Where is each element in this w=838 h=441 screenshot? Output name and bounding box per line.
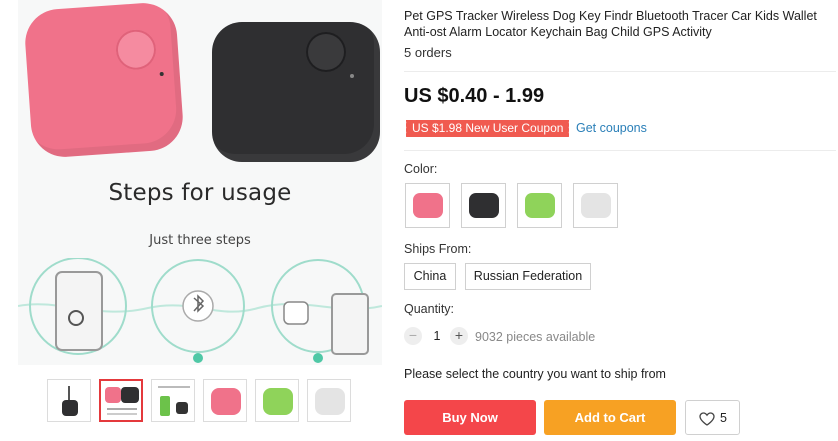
wishlist-count: 5	[720, 411, 727, 425]
quantity-value[interactable]: 1	[430, 329, 444, 343]
divider	[404, 71, 836, 72]
product-main-image[interactable]: Steps for usage Just three steps	[18, 0, 382, 365]
thumbnail-4[interactable]	[203, 379, 247, 422]
black-swatch-icon	[469, 193, 499, 218]
steps-title: Steps for usage	[108, 180, 292, 206]
white-swatch-icon	[581, 193, 611, 218]
ships-from-russian-federation[interactable]: Russian Federation	[465, 263, 591, 290]
color-option-black[interactable]	[461, 183, 506, 228]
thumbnail-3[interactable]	[151, 379, 195, 422]
shipping-note: Please select the country you want to sh…	[404, 367, 666, 381]
divider	[404, 150, 836, 151]
color-option-green[interactable]	[517, 183, 562, 228]
get-coupons-link[interactable]: Get coupons	[576, 121, 647, 135]
add-to-cart-button[interactable]: Add to Cart	[544, 400, 676, 435]
pieces-available: 9032 pieces available	[475, 330, 596, 344]
new-user-coupon-badge: US $1.98 New User Coupon	[403, 120, 570, 137]
heart-icon	[699, 412, 715, 426]
quantity-decrement-button[interactable]: −	[404, 327, 422, 345]
green-swatch-icon	[525, 193, 555, 218]
thumbnail-1[interactable]	[47, 379, 91, 422]
ships-from-china[interactable]: China	[404, 263, 456, 290]
buy-now-button[interactable]: Buy Now	[404, 400, 536, 435]
usage-steps-illustration	[18, 258, 382, 363]
quantity-label: Quantity:	[404, 302, 455, 316]
thumbnail-6[interactable]	[307, 379, 351, 422]
product-title: Pet GPS Tracker Wireless Dog Key Findr B…	[404, 9, 817, 39]
ships-from-label: Ships From:	[404, 242, 472, 256]
quantity-increment-button[interactable]: +	[450, 327, 468, 345]
black-tracker-image	[212, 22, 380, 162]
pink-swatch-icon	[413, 193, 443, 218]
color-option-pink[interactable]	[405, 183, 450, 228]
thumbnail-2[interactable]	[99, 379, 143, 422]
pink-tracker-image	[23, 0, 185, 160]
color-label: Color:	[404, 162, 438, 176]
steps-subtitle: Just three steps	[149, 233, 251, 248]
thumbnail-5[interactable]	[255, 379, 299, 422]
wishlist-button[interactable]: 5	[685, 400, 740, 435]
color-option-white[interactable]	[573, 183, 618, 228]
price-range: US $0.40 - 1.99	[404, 85, 545, 107]
order-count: 5 orders	[404, 45, 452, 60]
